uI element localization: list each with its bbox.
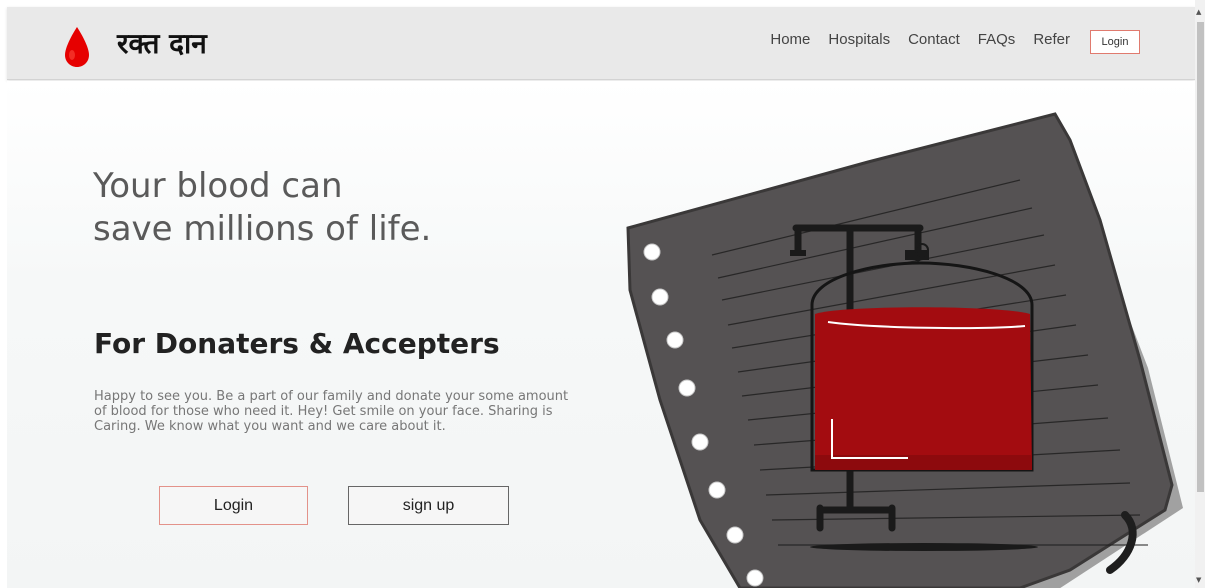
- headline-line-2: save millions of life.: [93, 209, 432, 249]
- hero-paragraph: Happy to see you. Be a part of our famil…: [94, 389, 569, 434]
- scrollbar-thumb[interactable]: [1197, 22, 1204, 492]
- navbar: रक्त दान Home Hospitals Contact FAQs Ref…: [7, 7, 1195, 80]
- brand-name[interactable]: रक्त दान: [117, 24, 207, 62]
- top-strip: [0, 0, 1205, 7]
- nav-login-button[interactable]: Login: [1090, 30, 1140, 54]
- hero-headline: Your blood can save millions of life.: [93, 165, 431, 251]
- headline-line-1: Your blood can: [93, 166, 343, 206]
- hero-subhead: For Donaters & Accepters: [94, 327, 500, 360]
- nav-links: Home Hospitals Contact FAQs Refer: [770, 31, 1070, 48]
- signup-button[interactable]: sign up: [348, 486, 509, 525]
- chevron-up-icon[interactable]: ▲: [1196, 8, 1201, 16]
- nav-link-contact[interactable]: Contact: [908, 31, 960, 48]
- nav-link-home[interactable]: Home: [770, 31, 810, 48]
- nav-link-hospitals[interactable]: Hospitals: [828, 31, 890, 48]
- nav-link-faqs[interactable]: FAQs: [978, 31, 1016, 48]
- blood-bag-illustration: [626, 112, 1183, 588]
- login-button[interactable]: Login: [159, 486, 308, 525]
- blood-drop-icon[interactable]: [61, 25, 93, 69]
- nav-link-refer[interactable]: Refer: [1033, 31, 1070, 48]
- chevron-down-icon[interactable]: ▼: [1196, 576, 1201, 584]
